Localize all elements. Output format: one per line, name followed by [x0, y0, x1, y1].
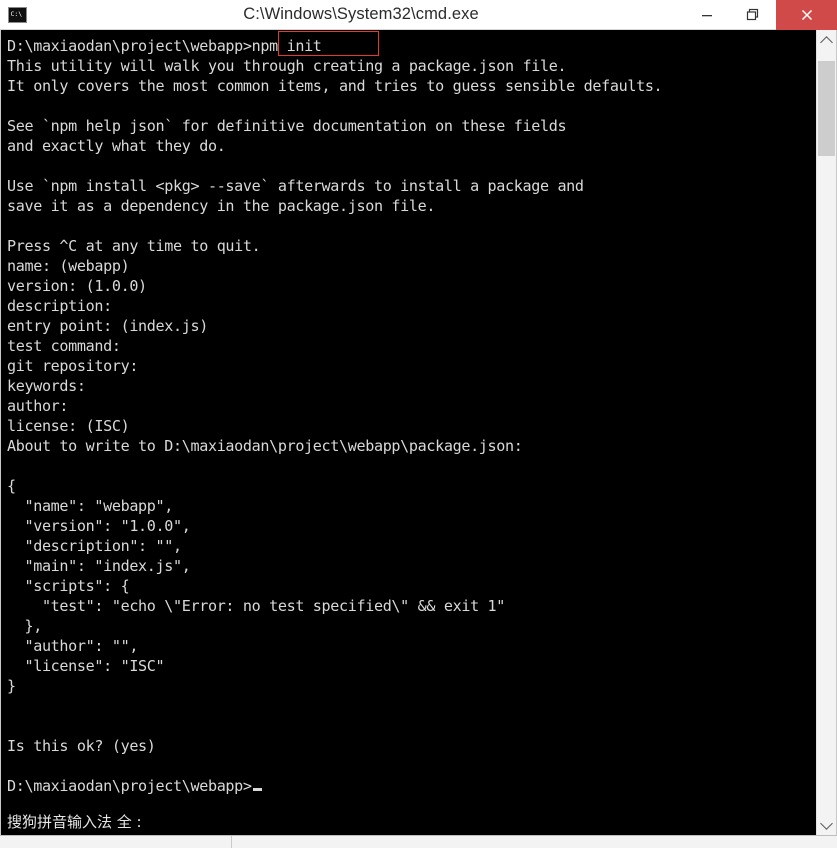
console-line: It only covers the most common items, an… [7, 77, 663, 95]
console-output[interactable]: D:\maxiaodan\project\webapp>npm init This… [1, 30, 816, 835]
cmd-window: C:\Windows\System32\cmd.exe D:\maxia [0, 0, 837, 848]
close-button[interactable] [776, 0, 837, 30]
console-line: This utility will walk you through creat… [7, 57, 567, 75]
console-line: entry point: (index.js) [7, 317, 208, 335]
minimize-button[interactable] [684, 0, 730, 30]
console-line: "description": "", [7, 537, 182, 555]
restore-icon [746, 8, 759, 21]
console-line: and exactly what they do. [7, 137, 226, 155]
minimize-icon [702, 15, 712, 17]
scrollbar-thumb[interactable] [818, 61, 835, 156]
window-controls [684, 0, 837, 30]
taskbar-segment-left[interactable] [0, 836, 232, 848]
console-line: test command: [7, 337, 121, 355]
scroll-up-button[interactable] [817, 30, 836, 51]
console-line: description: [7, 297, 112, 315]
console-area: D:\maxiaodan\project\webapp>npm init This… [0, 30, 837, 835]
console-line: D:\maxiaodan\project\webapp>npm init [7, 37, 322, 55]
console-line: See `npm help json` for definitive docum… [7, 117, 567, 135]
console-line: D:\maxiaodan\project\webapp> [7, 776, 816, 796]
console-scrollbar[interactable] [816, 30, 836, 835]
console-line: }, [7, 617, 42, 635]
chevron-down-icon [820, 816, 833, 830]
console-line: keywords: [7, 377, 86, 395]
console-line: save it as a dependency in the package.j… [7, 197, 436, 215]
console-line: name: (webapp) [7, 257, 130, 275]
scroll-down-button[interactable] [817, 814, 836, 835]
console-line: { [7, 477, 16, 495]
console-line: "test": "echo \"Error: no test specified… [7, 597, 506, 615]
title-bar[interactable]: C:\Windows\System32\cmd.exe [0, 0, 837, 30]
taskbar-segment-right[interactable] [232, 836, 837, 848]
console-line: "license": "ISC" [7, 657, 165, 675]
console-line: "author": "", [7, 637, 139, 655]
console-line: "version": "1.0.0", [7, 517, 191, 535]
console-line: "scripts": { [7, 577, 130, 595]
taskbar-strip [0, 835, 837, 848]
console-line: "name": "webapp", [7, 497, 174, 515]
console-line: version: (1.0.0) [7, 277, 147, 295]
chevron-up-icon [820, 35, 833, 49]
console-line: git repository: [7, 357, 139, 375]
console-line: } [7, 677, 16, 695]
console-line: author: [7, 397, 69, 415]
cmd-console-icon [0, 0, 30, 29]
console-line: About to write to D:\maxiaodan\project\w… [7, 437, 523, 455]
text-cursor [252, 788, 262, 791]
ime-status-bar: 搜狗拼音输入法 全 : [1, 809, 836, 835]
console-line: Is this ok? (yes) [7, 737, 156, 755]
console-line: "main": "index.js", [7, 557, 191, 575]
scrollbar-track[interactable] [817, 51, 836, 814]
close-icon [801, 9, 812, 21]
console-line: license: (ISC) [7, 417, 130, 435]
console-line: Press ^C at any time to quit. [7, 237, 261, 255]
restore-button[interactable] [730, 0, 776, 30]
console-line: Use `npm install <pkg> --save` afterward… [7, 177, 584, 195]
